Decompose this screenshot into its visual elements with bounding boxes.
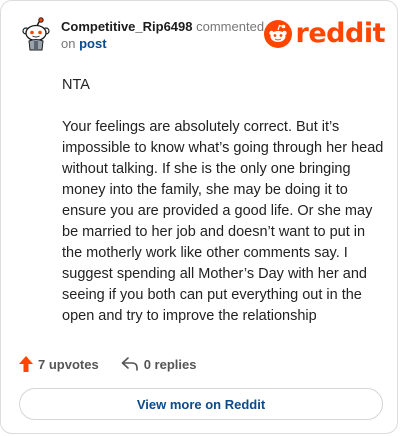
- snoo-avatar-icon: [22, 17, 50, 51]
- upvotes-count: 7 upvotes: [38, 356, 99, 372]
- comment-actions: 7 upvotes 0 replies: [19, 353, 218, 375]
- upvotes-button[interactable]: 7 upvotes: [19, 356, 99, 372]
- comment-body: NTA Your feelings are absolutely correct…: [62, 75, 384, 348]
- on-post-line: on post: [61, 36, 107, 52]
- replies-button[interactable]: 0 replies: [121, 356, 197, 372]
- avatar[interactable]: [19, 17, 53, 51]
- reddit-snoo-icon: [263, 20, 292, 48]
- embedded-comment-card: Competitive_Rip6498 commented on post re…: [0, 0, 398, 434]
- author-line: Competitive_Rip6498 commented: [61, 19, 264, 35]
- comment-paragraph: Your feelings are absolutely correct. Bu…: [62, 119, 384, 324]
- replies-count: 0 replies: [143, 356, 197, 372]
- comment-header: Competitive_Rip6498 commented on post re…: [19, 15, 386, 55]
- commented-text: commented: [196, 19, 265, 34]
- on-text: on: [61, 36, 76, 51]
- post-link[interactable]: post: [79, 36, 106, 51]
- upvote-arrow-icon: [19, 356, 33, 372]
- reply-arrow-icon: [121, 357, 138, 371]
- reddit-wordmark: reddit: [295, 18, 386, 49]
- view-more-button[interactable]: View more on Reddit: [19, 388, 383, 420]
- comment-paragraph: NTA: [62, 77, 90, 93]
- author-name[interactable]: Competitive_Rip6498: [61, 19, 193, 34]
- reddit-logo[interactable]: reddit: [263, 18, 386, 49]
